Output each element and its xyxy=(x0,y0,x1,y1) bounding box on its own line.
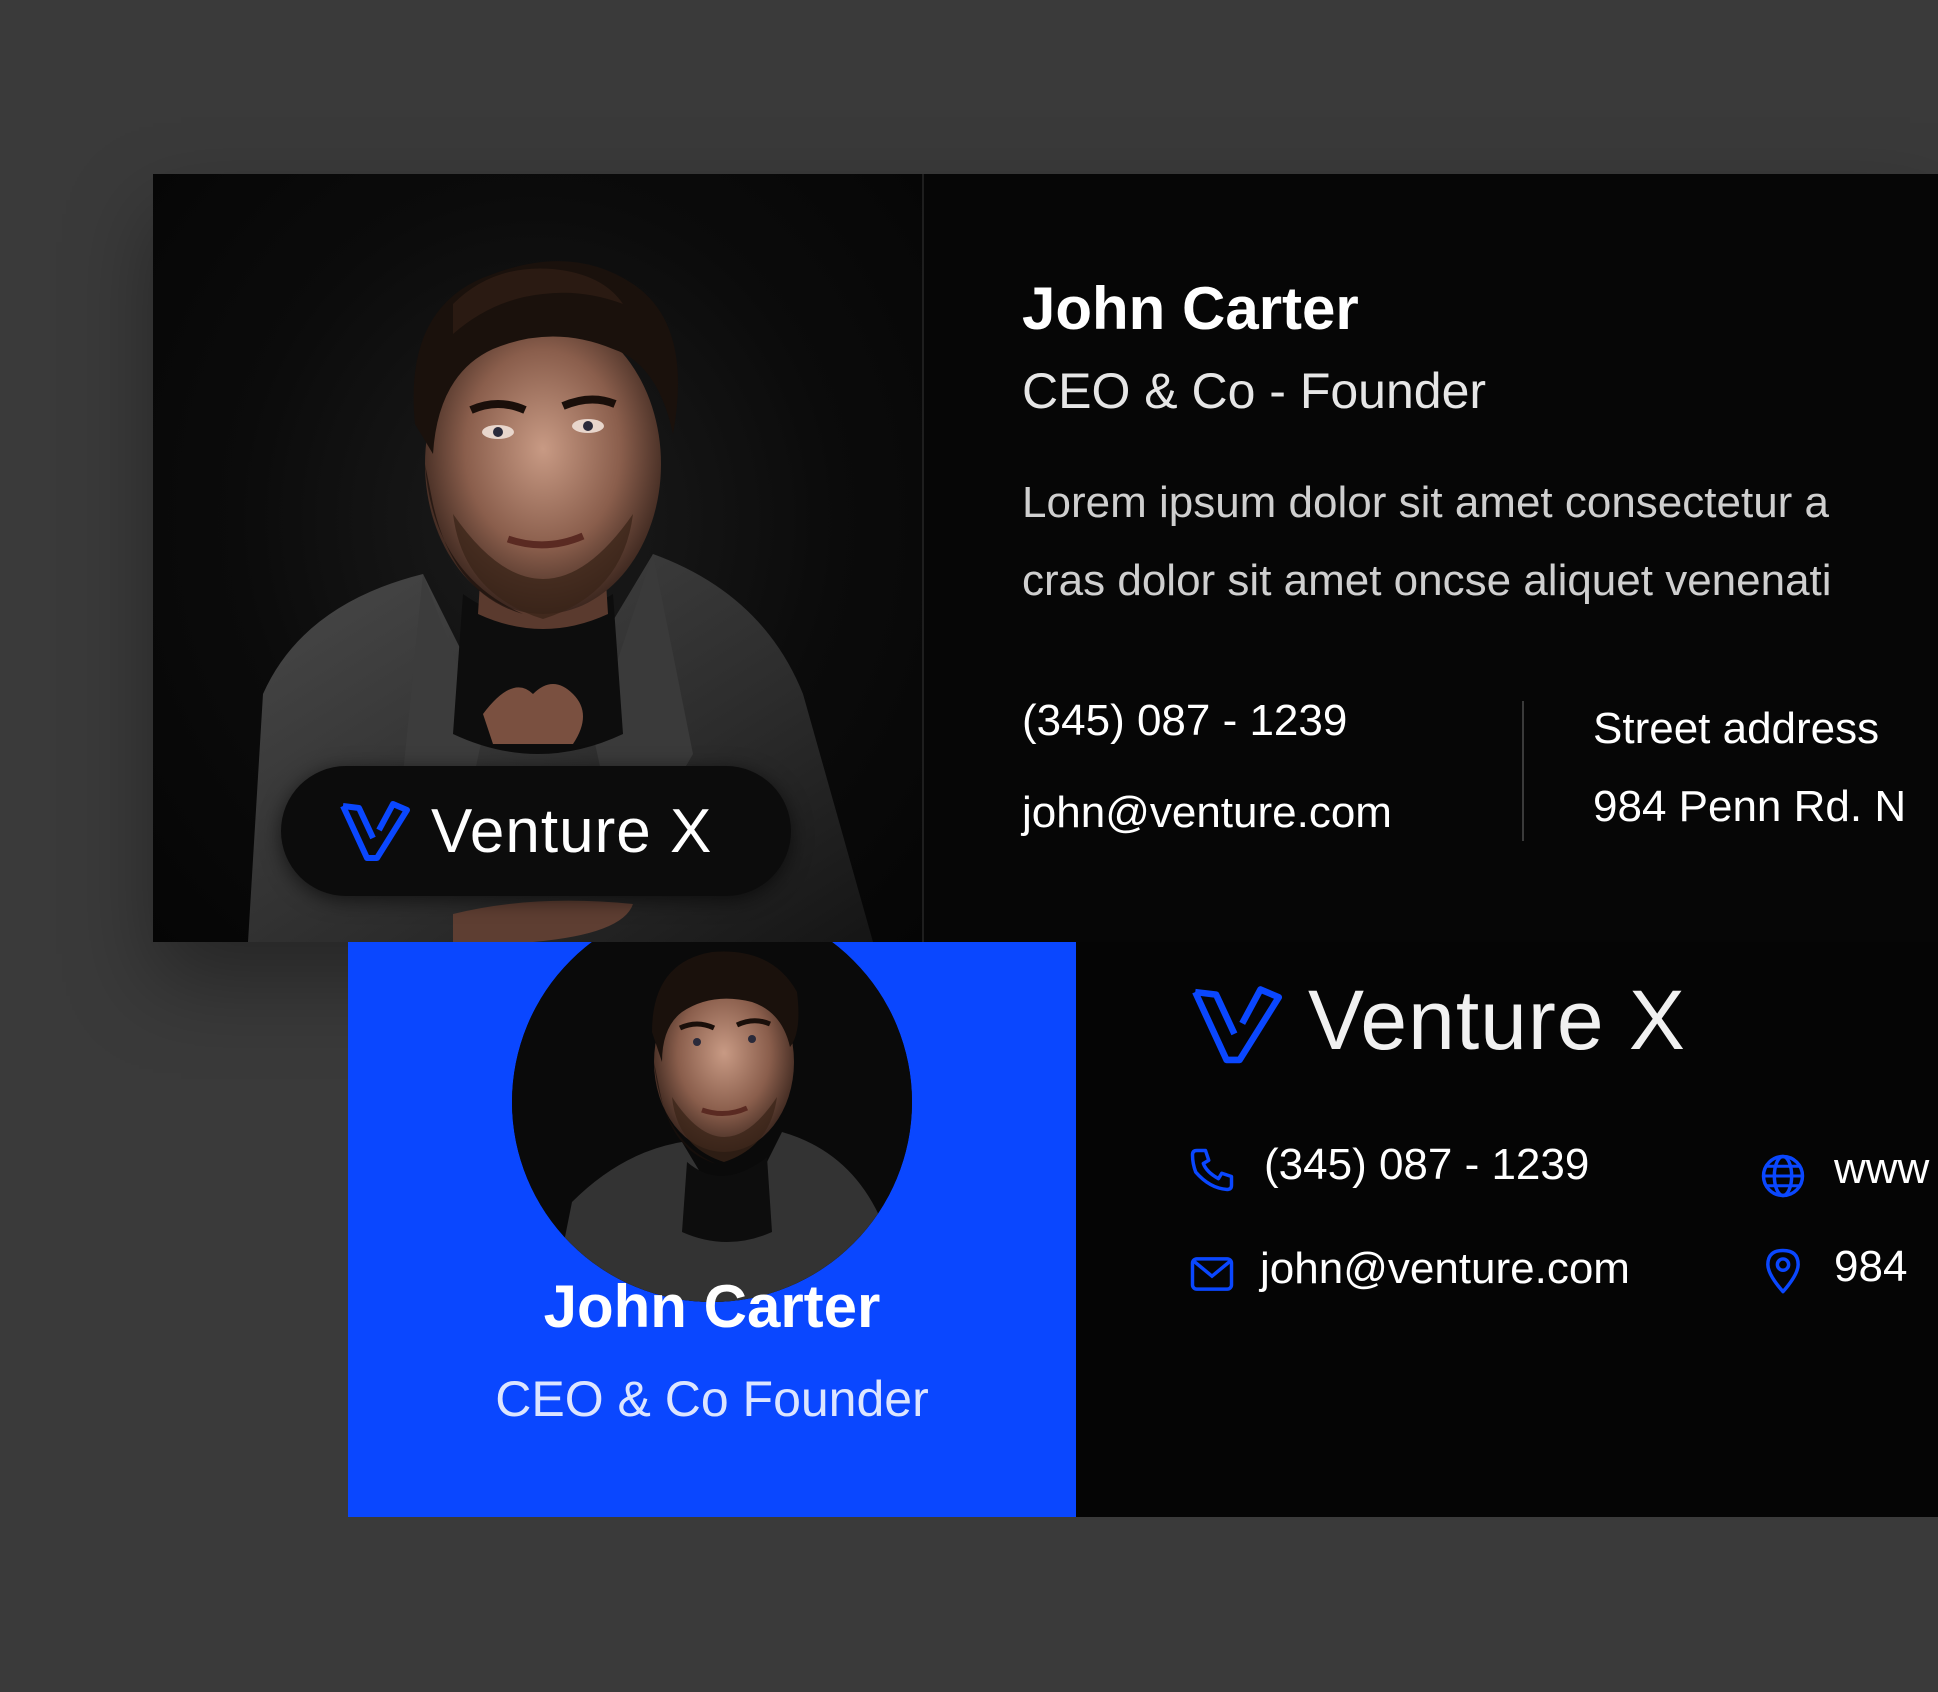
email-address[interactable]: john@venture.com xyxy=(1022,788,1392,838)
contact-divider xyxy=(1522,701,1524,841)
vertical-divider xyxy=(922,174,924,942)
brand-logo-pill: Venture X xyxy=(281,766,791,896)
website-url[interactable]: www xyxy=(1834,1144,1929,1194)
email-address[interactable]: john@venture.com xyxy=(1260,1244,1630,1294)
street-address: 984 Penn Rd. N xyxy=(1593,782,1907,831)
brand-name: Venture X xyxy=(431,797,713,866)
phone-number[interactable]: (345) 087 - 1239 xyxy=(1264,1140,1589,1190)
bio-line: cras dolor sit amet oncse aliquet venena… xyxy=(1022,556,1832,605)
person-role: CEO & Co - Founder xyxy=(1022,363,1487,419)
location-pin-icon xyxy=(1766,1248,1800,1294)
phone-icon xyxy=(1190,1148,1234,1192)
person-role: CEO & Co Founder xyxy=(495,1371,929,1427)
venture-logo-icon xyxy=(1192,986,1283,1064)
phone-number[interactable]: (345) 087 - 1239 xyxy=(1022,696,1347,746)
street-address: 984 xyxy=(1834,1242,1908,1291)
signature-card-dark: Venture X John Carter CEO & Co - Founder… xyxy=(153,174,1938,942)
venture-logo-icon xyxy=(340,801,410,861)
portrait-photo: Venture X xyxy=(153,174,922,942)
brand-name: Venture X xyxy=(1308,973,1686,1067)
profile-panel: John Carter CEO & Co Founder xyxy=(348,942,1076,1517)
mail-icon xyxy=(1190,1257,1234,1291)
avatar-portrait xyxy=(512,942,912,1302)
bio-text: Lorem ipsum dolor sit amet consectetur a… xyxy=(1022,464,1938,620)
globe-icon xyxy=(1761,1154,1805,1198)
person-name: John Carter xyxy=(543,1273,881,1340)
avatar xyxy=(512,942,912,1302)
person-name: John Carter xyxy=(1022,275,1359,342)
bio-line: Lorem ipsum dolor sit amet consectetur a xyxy=(1022,478,1830,527)
street-address-label: Street address xyxy=(1593,704,1880,753)
signature-card-blue: John Carter CEO & Co Founder Venture X (… xyxy=(348,942,1938,1517)
